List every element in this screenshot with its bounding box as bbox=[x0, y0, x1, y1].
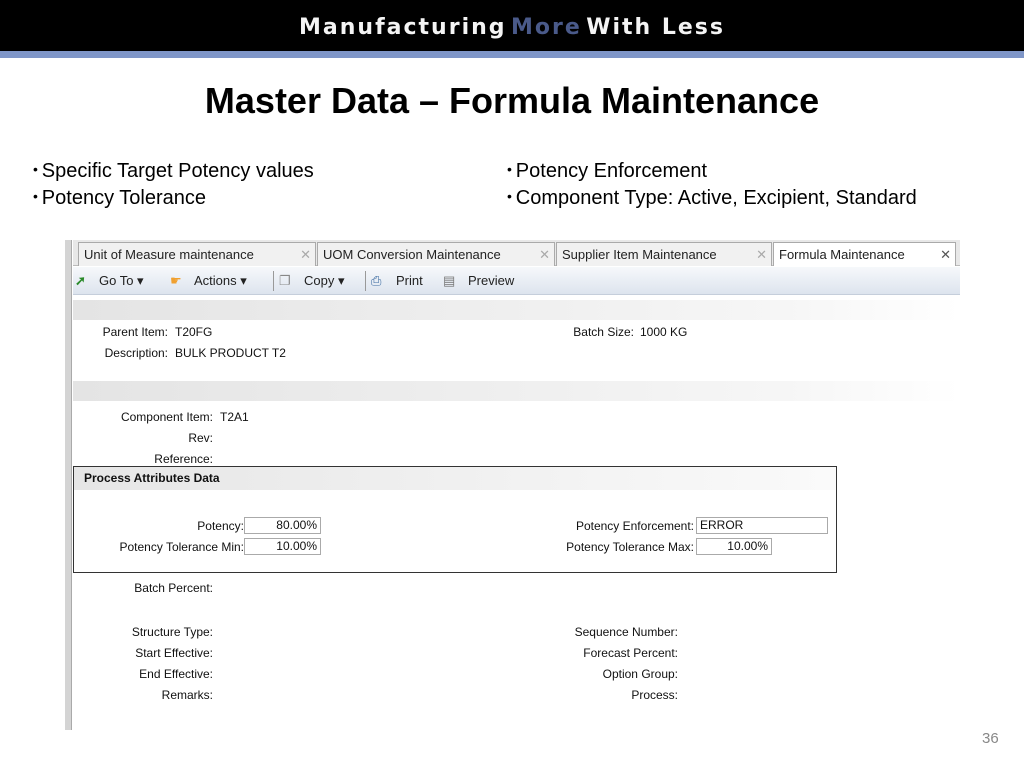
forecast-percent-label: Forecast Percent: bbox=[583, 646, 678, 660]
parent-item-value: T20FG bbox=[175, 325, 213, 339]
banner-text: With Less bbox=[586, 15, 725, 40]
dialog-title: Process Attributes Data bbox=[74, 467, 836, 490]
potency-tolerance-min-label: Potency Tolerance Min: bbox=[119, 540, 244, 554]
batch-size-label: Batch Size: bbox=[573, 325, 634, 339]
copy-icon: ❐ bbox=[279, 273, 291, 288]
banner-strip bbox=[0, 51, 1024, 58]
print-button[interactable]: Print bbox=[396, 273, 423, 288]
sequence-number-label: Sequence Number: bbox=[574, 625, 678, 639]
end-effective-label: End Effective: bbox=[139, 667, 213, 681]
bullet: Potency Tolerance bbox=[33, 187, 206, 210]
potency-tolerance-max-input[interactable]: 10.00% bbox=[696, 538, 772, 555]
potency-tolerance-max-label: Potency Tolerance Max: bbox=[566, 540, 694, 554]
potency-enforcement-label: Potency Enforcement: bbox=[575, 519, 694, 533]
bullet: Specific Target Potency values bbox=[33, 160, 314, 183]
potency-enforcement-input[interactable]: ERROR bbox=[696, 517, 828, 534]
potency-label: Potency: bbox=[197, 519, 244, 533]
copy-button[interactable]: Copy ▾ bbox=[304, 273, 345, 289]
tab-label: Unit of Measure maintenance bbox=[84, 247, 254, 262]
process-attributes-dialog: Process Attributes Data Potency: 80.00% … bbox=[73, 466, 837, 573]
component-item-value: T2A1 bbox=[220, 410, 249, 424]
rev-label: Rev: bbox=[188, 431, 213, 445]
tab-label: Supplier Item Maintenance bbox=[562, 247, 717, 262]
structure-type-label: Structure Type: bbox=[131, 625, 213, 639]
potency-input[interactable]: 80.00% bbox=[244, 517, 321, 534]
tab-uom-maintenance[interactable]: Unit of Measure maintenance ✕ bbox=[78, 242, 316, 266]
section-band bbox=[73, 381, 960, 401]
remarks-label: Remarks: bbox=[161, 688, 213, 702]
start-effective-label: Start Effective: bbox=[135, 646, 213, 660]
batch-percent-label: Batch Percent: bbox=[134, 581, 213, 595]
separator bbox=[365, 271, 366, 291]
close-icon[interactable]: ✕ bbox=[756, 243, 767, 267]
app-screenshot: Unit of Measure maintenance ✕ UOM Convers… bbox=[65, 240, 960, 730]
toolbar: ➚ Go To ▾ ☛ Actions ▾ ❐ Copy ▾ ⎙ Print ▤… bbox=[73, 267, 960, 295]
banner-text: Manufacturing bbox=[299, 15, 507, 40]
bullet: Potency Enforcement bbox=[507, 160, 707, 183]
description-value: BULK PRODUCT T2 bbox=[175, 346, 286, 360]
print-icon: ⎙ bbox=[371, 273, 382, 288]
tab-supplier-item[interactable]: Supplier Item Maintenance ✕ bbox=[556, 242, 772, 266]
tab-formula-maintenance[interactable]: Formula Maintenance ✕ bbox=[773, 242, 956, 266]
tab-uom-conversion[interactable]: UOM Conversion Maintenance ✕ bbox=[317, 242, 555, 266]
preview-icon: ▤ bbox=[443, 273, 456, 288]
potency-tolerance-min-input[interactable]: 10.00% bbox=[244, 538, 321, 555]
preview-button[interactable]: Preview bbox=[468, 273, 514, 288]
separator bbox=[273, 271, 274, 291]
left-scrollbar[interactable] bbox=[65, 240, 72, 730]
close-icon[interactable]: ✕ bbox=[940, 243, 951, 267]
section-band bbox=[73, 300, 960, 320]
banner-text-accent: More bbox=[510, 15, 582, 40]
actions-button[interactable]: Actions ▾ bbox=[194, 273, 247, 289]
process-label: Process: bbox=[631, 688, 678, 702]
bullet: Component Type: Active, Excipient, Stand… bbox=[507, 187, 917, 210]
description-label: Description: bbox=[104, 346, 168, 360]
parent-item-label: Parent Item: bbox=[102, 325, 168, 339]
tab-label: Formula Maintenance bbox=[779, 247, 905, 262]
goto-button[interactable]: Go To ▾ bbox=[99, 273, 144, 289]
tab-bar: Unit of Measure maintenance ✕ UOM Convers… bbox=[73, 240, 960, 266]
batch-size-value: 1000 KG bbox=[640, 325, 688, 339]
banner: Manufacturing More With Less bbox=[0, 0, 1024, 51]
close-icon[interactable]: ✕ bbox=[300, 243, 311, 267]
option-group-label: Option Group: bbox=[602, 667, 678, 681]
slide-title: Master Data – Formula Maintenance bbox=[204, 80, 820, 121]
tab-label: UOM Conversion Maintenance bbox=[323, 247, 501, 262]
page-number: 36 bbox=[982, 730, 999, 747]
close-icon[interactable]: ✕ bbox=[539, 243, 550, 267]
actions-icon: ☛ bbox=[170, 273, 182, 288]
component-item-label: Component Item: bbox=[120, 410, 213, 424]
goto-icon: ➚ bbox=[75, 273, 86, 288]
reference-label: Reference: bbox=[154, 452, 213, 466]
